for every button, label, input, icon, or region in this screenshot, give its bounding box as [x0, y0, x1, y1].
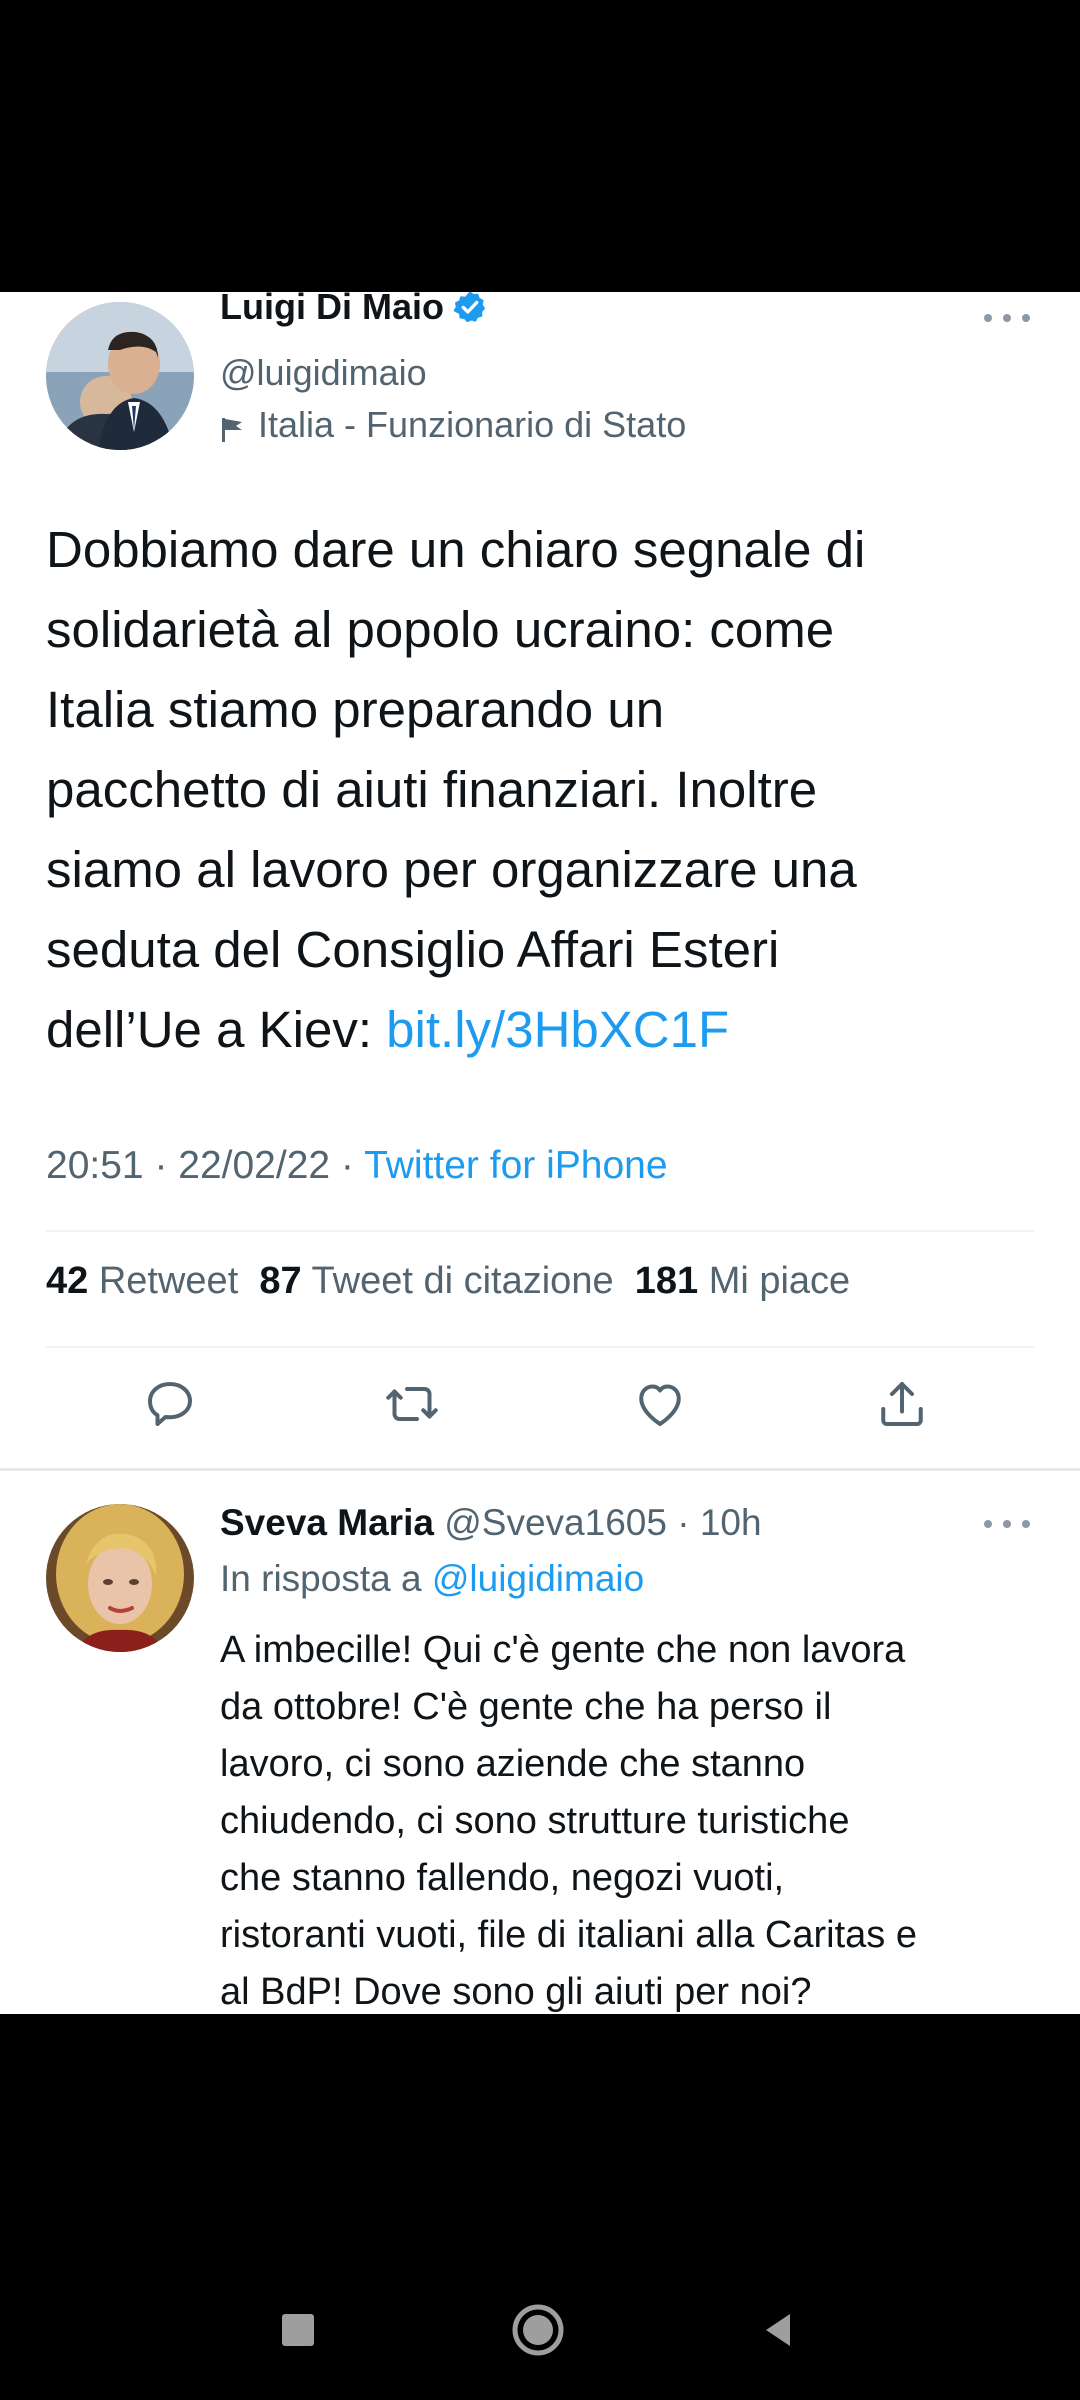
divider	[46, 1346, 1034, 1348]
reply-text-line: al BdP! Dove sono gli aiuti per noi?	[220, 1971, 812, 2013]
tweet-link[interactable]: bit.ly/3HbXC1F	[386, 1001, 729, 1058]
reply-text: A imbecille! Qui c'è gente che non lavor…	[220, 1622, 1050, 2014]
retweets-label: Retweet	[98, 1260, 239, 1302]
tweet-text-line: Dobbiamo dare un chiaro segnale di	[46, 521, 866, 578]
meta-separator: ·	[330, 1144, 365, 1187]
meta-separator: ·	[143, 1144, 179, 1187]
home-circle-icon[interactable]	[508, 2300, 568, 2360]
retweets-stat[interactable]: 42 Retweet	[46, 1260, 238, 1302]
avatar-luigi[interactable]	[46, 302, 194, 450]
tweet-text-line: solidarietà al popolo ucraino: come	[46, 601, 835, 658]
retweets-count: 42	[46, 1260, 89, 1302]
reply-icon[interactable]	[140, 1374, 200, 1434]
screen: Luigi Di Maio @luigidimaio Italia - Funz…	[0, 0, 1080, 2400]
more-options-icon[interactable]	[984, 312, 1030, 324]
quotes-count: 87	[259, 1260, 302, 1302]
avatar-sveva[interactable]	[46, 1504, 194, 1652]
likes-count: 181	[634, 1260, 699, 1302]
quotes-stat[interactable]: 87 Tweet di citazione	[259, 1260, 613, 1302]
tweet-stats: 42 Retweet 87 Tweet di citazione 181 Mi …	[46, 1260, 850, 1303]
account-label-text: Italia - Funzionario di Stato	[258, 404, 687, 445]
tweet-meta: 20:51 · 22/02/22 · Twitter for iPhone	[46, 1144, 668, 1188]
verified-badge-icon	[452, 292, 488, 325]
replying-to-mention[interactable]: @luigidimaio	[432, 1558, 644, 1599]
reply-text-line: A imbecille! Qui c'è gente che non lavor…	[220, 1629, 906, 1671]
reply-age: 10h	[699, 1502, 762, 1543]
likes-stat[interactable]: 181 Mi piace	[635, 1260, 850, 1302]
system-nav-bar	[0, 2270, 1080, 2400]
tweet-text-end: dell’Ue a Kiev:	[46, 1001, 387, 1058]
recents-square-icon[interactable]	[268, 2300, 328, 2360]
divider	[46, 1230, 1034, 1232]
replying-to-label: In risposta a	[220, 1558, 422, 1599]
retweet-icon[interactable]	[382, 1374, 442, 1434]
tweet-text-line: seduta del Consiglio Affari Esteri	[46, 921, 780, 978]
more-options-icon[interactable]	[984, 1518, 1030, 1530]
tweet-text-line: Italia stiamo preparando un	[46, 681, 665, 738]
tweet-time: 20:51	[46, 1144, 144, 1187]
reply-text-line: chiudendo, ci sono strutture turistiche	[220, 1800, 850, 1842]
tweet-card: Luigi Di Maio @luigidimaio Italia - Funz…	[0, 292, 1080, 2014]
meta-separator: ·	[666, 1502, 700, 1543]
account-label: Italia - Funzionario di Stato	[220, 404, 686, 446]
replying-to: In risposta a @luigidimaio	[220, 1558, 644, 1600]
author-handle[interactable]: @luigidimaio	[220, 352, 427, 394]
tweet-date: 22/02/22	[178, 1144, 331, 1187]
tweet-text-line: pacchetto di aiuti finanziari. Inoltre	[46, 761, 818, 818]
reply-handle[interactable]: @Sveva1605	[444, 1502, 667, 1543]
reply-text-line: che stanno fallendo, negozi vuoti,	[220, 1857, 785, 1899]
tweet-source[interactable]: Twitter for iPhone	[364, 1144, 667, 1187]
tweet-actions	[0, 1374, 1080, 1444]
reply-header: Sveva Maria @Sveva1605 · 10h	[220, 1502, 762, 1544]
back-triangle-icon[interactable]	[748, 2300, 808, 2360]
section-divider	[0, 1468, 1080, 1471]
heart-icon[interactable]	[630, 1374, 690, 1434]
quotes-label: Tweet di citazione	[311, 1260, 614, 1302]
tweet-text-line: siamo al lavoro per organizzare una	[46, 841, 857, 898]
likes-label: Mi piace	[708, 1260, 851, 1302]
reply-text-line: ristoranti vuoti, file di italiani alla …	[220, 1914, 917, 1956]
reply-author-name[interactable]: Sveva Maria	[220, 1502, 434, 1543]
reply-text-line: da ottobre! C'è gente che ha perso il	[220, 1686, 832, 1728]
reply-text-line: lavoro, ci sono aziende che stanno	[220, 1743, 806, 1785]
tweet-text-line-last: dell’Ue a Kiev: bit.ly/3HbXC1F	[46, 990, 1046, 1070]
author-name[interactable]: Luigi Di Maio	[220, 292, 444, 328]
share-icon[interactable]	[872, 1374, 932, 1434]
flag-icon	[220, 411, 244, 442]
tweet-text: Dobbiamo dare un chiaro segnale di solid…	[46, 510, 1046, 1070]
author-name-row[interactable]: Luigi Di Maio	[220, 292, 488, 328]
